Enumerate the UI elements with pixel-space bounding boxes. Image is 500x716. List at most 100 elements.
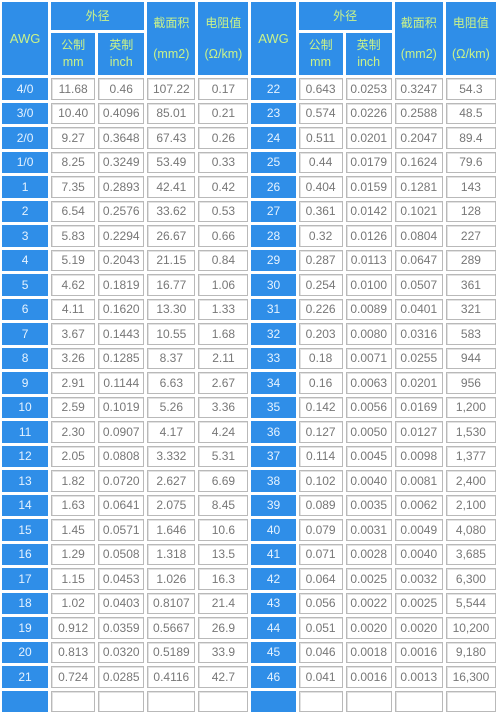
right-imperial-inch-cell: 0.0016 bbox=[345, 666, 392, 688]
header-resistance-cn: 电阻值 bbox=[205, 15, 242, 30]
header-metric-right: 公制 mm bbox=[298, 33, 343, 75]
right-cross-section-area-cell: 0.0020 bbox=[394, 617, 443, 639]
left-awg-cell: 20 bbox=[2, 641, 49, 663]
left-imperial-inch-cell: 0.1443 bbox=[98, 323, 145, 345]
left-awg-cell: 14 bbox=[2, 494, 49, 516]
right-imperial-inch-cell: 0.0063 bbox=[345, 372, 392, 394]
left-awg-cell: 21 bbox=[2, 666, 49, 688]
right-awg-cell: 22 bbox=[251, 78, 296, 100]
table-row: 6 4.11 0.1620 13.30 1.33 31 0.226 0.0089 0.0401 3… bbox=[2, 298, 496, 320]
header-resistance-unit: (Ω/km) bbox=[204, 46, 243, 61]
left-imperial-inch-cell: 0.1144 bbox=[98, 372, 145, 394]
left-resistance-cell: 0.42 bbox=[198, 176, 249, 198]
left-metric-mm-cell: 9.27 bbox=[51, 127, 96, 149]
left-resistance-cell: 21.4 bbox=[198, 592, 249, 614]
left-metric-mm-cell: 11.68 bbox=[51, 78, 96, 100]
left-cross-section-area-cell: 26.67 bbox=[147, 225, 196, 247]
right-metric-mm-cell: 0.071 bbox=[298, 543, 343, 565]
table-row: 10 2.59 0.1019 5.26 3.36 35 0.142 0.0056 0.0169 1… bbox=[2, 396, 496, 418]
left-metric-mm-cell: 1.82 bbox=[51, 470, 96, 492]
left-metric-mm-cell bbox=[51, 690, 96, 712]
table-row: 7 3.67 0.1443 10.55 1.68 32 0.203 0.0080 0.0316 5… bbox=[2, 323, 496, 345]
table-row: 9 2.91 0.1144 6.63 2.67 34 0.16 0.0063 0.0201 956 bbox=[2, 372, 496, 394]
left-awg-cell: 8 bbox=[2, 347, 49, 369]
header-metric-unit: mm bbox=[62, 55, 84, 69]
right-cross-section-area-cell: 0.0507 bbox=[394, 274, 443, 296]
left-cross-section-area-cell: 33.62 bbox=[147, 200, 196, 222]
left-resistance-cell: 42.7 bbox=[198, 666, 249, 688]
left-imperial-inch-cell bbox=[98, 690, 145, 712]
right-imperial-inch-cell: 0.0071 bbox=[345, 347, 392, 369]
header-row-1: AWG 外径 截面积 (mm2) 电阻值 (Ω/km) AWG 外径 截面积 (… bbox=[2, 2, 496, 75]
table-row: 5 4.62 0.1819 16.77 1.06 30 0.254 0.0100 0.0507 3… bbox=[2, 274, 496, 296]
right-cross-section-area-cell: 0.3247 bbox=[394, 78, 443, 100]
left-imperial-inch-cell: 0.2294 bbox=[98, 225, 145, 247]
right-cross-section-area-cell: 0.0032 bbox=[394, 568, 443, 590]
header-metric-cn: 公制 bbox=[308, 38, 333, 52]
right-metric-mm-cell: 0.643 bbox=[298, 78, 343, 100]
right-metric-mm-cell: 0.079 bbox=[298, 519, 343, 541]
table-row: 20 0.813 0.0320 0.5189 33.9 45 0.046 0.0018 0.00… bbox=[2, 641, 496, 663]
table-row bbox=[2, 690, 496, 712]
table-header: AWG 外径 截面积 (mm2) 电阻值 (Ω/km) AWG 外径 截面积 (… bbox=[2, 2, 496, 75]
left-metric-mm-cell: 2.59 bbox=[51, 396, 96, 418]
left-cross-section-area-cell: 4.17 bbox=[147, 421, 196, 443]
left-cross-section-area-cell: 0.4116 bbox=[147, 666, 196, 688]
right-imperial-inch-cell: 0.0022 bbox=[345, 592, 392, 614]
left-metric-mm-cell: 2.30 bbox=[51, 421, 96, 443]
table-body: 4/0 11.68 0.46 107.22 0.17 22 0.643 0.0253 0.324… bbox=[2, 78, 496, 712]
right-cross-section-area-cell: 0.0013 bbox=[394, 666, 443, 688]
header-area-right: 截面积 (mm2) bbox=[394, 2, 443, 75]
left-awg-cell: 7 bbox=[2, 323, 49, 345]
left-imperial-inch-cell: 0.0641 bbox=[98, 494, 145, 516]
left-imperial-inch-cell: 0.0571 bbox=[98, 519, 145, 541]
right-resistance-cell: 48.5 bbox=[445, 102, 496, 124]
right-resistance-cell: 2,100 bbox=[445, 494, 496, 516]
left-awg-cell: 10 bbox=[2, 396, 49, 418]
right-imperial-inch-cell: 0.0100 bbox=[345, 274, 392, 296]
right-cross-section-area-cell: 0.0201 bbox=[394, 372, 443, 394]
left-metric-mm-cell: 0.724 bbox=[51, 666, 96, 688]
left-imperial-inch-cell: 0.0808 bbox=[98, 445, 145, 467]
left-metric-mm-cell: 7.35 bbox=[51, 176, 96, 198]
left-imperial-inch-cell: 0.0320 bbox=[98, 641, 145, 663]
left-cross-section-area-cell: 53.49 bbox=[147, 151, 196, 173]
left-metric-mm-cell: 10.40 bbox=[51, 102, 96, 124]
right-imperial-inch-cell: 0.0020 bbox=[345, 617, 392, 639]
left-imperial-inch-cell: 0.0285 bbox=[98, 666, 145, 688]
right-awg-cell: 29 bbox=[251, 249, 296, 271]
right-cross-section-area-cell: 0.0647 bbox=[394, 249, 443, 271]
left-cross-section-area-cell: 16.77 bbox=[147, 274, 196, 296]
right-resistance-cell: 54.3 bbox=[445, 78, 496, 100]
left-imperial-inch-cell: 0.1620 bbox=[98, 298, 145, 320]
right-cross-section-area-cell: 0.1624 bbox=[394, 151, 443, 173]
left-imperial-inch-cell: 0.1285 bbox=[98, 347, 145, 369]
header-metric-unit: mm bbox=[310, 55, 331, 69]
left-awg-cell: 6 bbox=[2, 298, 49, 320]
left-awg-cell: 18 bbox=[2, 592, 49, 614]
left-resistance-cell: 1.68 bbox=[198, 323, 249, 345]
left-awg-cell: 16 bbox=[2, 543, 49, 565]
right-metric-mm-cell: 0.18 bbox=[298, 347, 343, 369]
right-resistance-cell: 944 bbox=[445, 347, 496, 369]
right-resistance-cell: 583 bbox=[445, 323, 496, 345]
left-resistance-cell: 2.11 bbox=[198, 347, 249, 369]
right-resistance-cell: 5,544 bbox=[445, 592, 496, 614]
left-imperial-inch-cell: 0.0403 bbox=[98, 592, 145, 614]
table-row: 18 1.02 0.0403 0.8107 21.4 43 0.056 0.0022 0.002… bbox=[2, 592, 496, 614]
left-resistance-cell: 16.3 bbox=[198, 568, 249, 590]
left-cross-section-area-cell bbox=[147, 690, 196, 712]
right-imperial-inch-cell: 0.0089 bbox=[345, 298, 392, 320]
table-row: 3 5.83 0.2294 26.67 0.66 28 0.32 0.0126 0.0804 22… bbox=[2, 225, 496, 247]
right-imperial-inch-cell: 0.0028 bbox=[345, 543, 392, 565]
left-cross-section-area-cell: 1.646 bbox=[147, 519, 196, 541]
right-resistance-cell: 1,377 bbox=[445, 445, 496, 467]
right-metric-mm-cell: 0.511 bbox=[298, 127, 343, 149]
awg-wire-table-page: AWG 外径 截面积 (mm2) 电阻值 (Ω/km) AWG 外径 截面积 (… bbox=[0, 0, 500, 716]
right-imperial-inch-cell: 0.0056 bbox=[345, 396, 392, 418]
left-resistance-cell: 0.17 bbox=[198, 78, 249, 100]
left-awg-cell: 4/0 bbox=[2, 78, 49, 100]
left-awg-cell: 17 bbox=[2, 568, 49, 590]
right-awg-cell: 35 bbox=[251, 396, 296, 418]
right-imperial-inch-cell: 0.0253 bbox=[345, 78, 392, 100]
